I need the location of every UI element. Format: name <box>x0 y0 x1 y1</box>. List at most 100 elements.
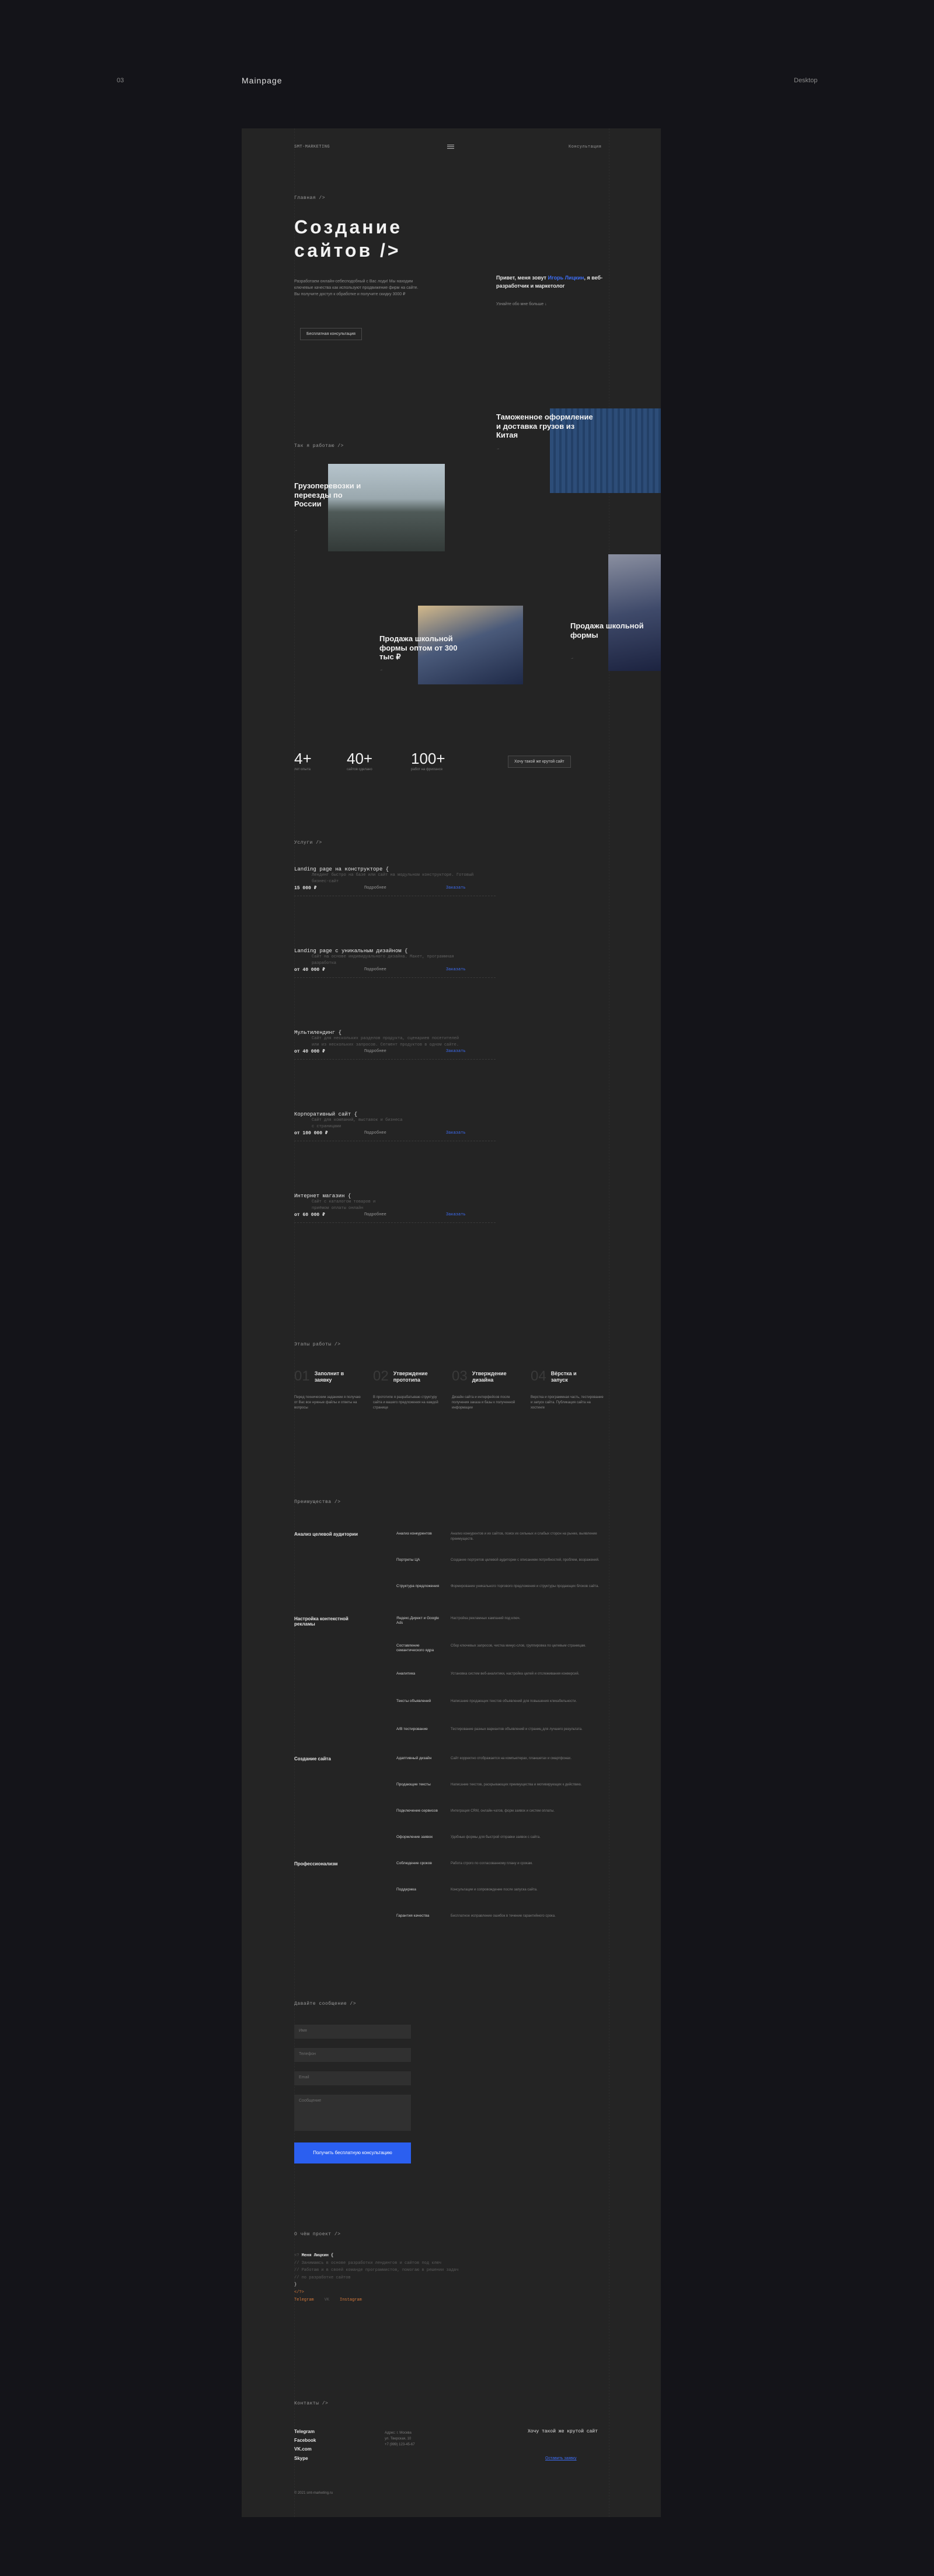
process-step: 02 Утверждение прототипа В прототипе я ра… <box>373 1368 449 1411</box>
free-consult-button[interactable]: Бесплатная консультация <box>300 328 362 340</box>
service-order-link[interactable]: Заказать <box>446 1212 466 1217</box>
phone-line[interactable]: +7 (999) 123-45-67 <box>385 2442 415 2448</box>
service-item: Landing page с уникальным дизайном { Сай… <box>294 948 496 978</box>
process-title: Вёрстка и запуск <box>550 1371 577 1383</box>
service-more-link[interactable]: Подробнее <box>364 1212 446 1217</box>
service-name: Landing page на конструкторе { <box>294 866 389 872</box>
page-name: Mainpage <box>242 76 283 85</box>
logo[interactable]: SMT-MARKETING <box>294 145 330 149</box>
case-more-2[interactable]: → <box>496 447 500 450</box>
benefit-name: Продающие тексты <box>396 1782 431 1787</box>
canvas-header: 03 Mainpage Desktop <box>0 0 934 128</box>
submit-button[interactable]: Получить бесплатную консультацию <box>294 2142 411 2163</box>
benefit-name: Яндекс.Директ и Google Ads <box>396 1616 440 1626</box>
service-item: Интернет магазин { Сайт с каталогом това… <box>294 1193 496 1224</box>
benefit-desc: Создание портретов целевой аудитории с о… <box>451 1558 600 1562</box>
service-desc-line1: Сайт для нескольких разделов продукта, с… <box>312 1036 459 1041</box>
aside-text-1: Привет, меня зовут <box>496 275 548 281</box>
case-more-1[interactable]: → <box>294 529 298 532</box>
contact-skype[interactable]: Skype <box>294 2454 316 2463</box>
process-text: Перед техническим заданием я получаю от … <box>294 1396 361 1410</box>
want-site-button[interactable]: Хочу такой же крутой сайт <box>508 756 571 768</box>
benefit-name: Адаптивный дизайн <box>396 1756 432 1760</box>
footer-cta-link[interactable]: Оставить заявку <box>545 2456 577 2460</box>
case-more-4[interactable]: → <box>570 656 574 660</box>
benefit-desc: Написание текстов, раскрывающих преимуще… <box>451 1783 582 1787</box>
benefit-group-title: Анализ целевой аудитории <box>294 1532 358 1537</box>
case-title-4[interactable]: Продажа школьной формы <box>570 621 646 639</box>
process-label: Этапы работы /> <box>294 1342 341 1347</box>
case-title-3[interactable]: Продажа школьной формы оптом от 300 тыс … <box>379 634 467 662</box>
hamburger-icon[interactable] <box>447 145 454 149</box>
benefit-desc: Сайт корректно отображается на компьютер… <box>451 1757 572 1760</box>
service-more-link[interactable]: Подробнее <box>364 1131 446 1135</box>
aside-name[interactable]: Игорь Лицкин <box>548 275 584 281</box>
code-line: Меня Лицкин { <box>299 2253 334 2258</box>
benefit-group-title: Профессионализм <box>294 1861 338 1867</box>
service-more-link[interactable]: Подробнее <box>364 1049 446 1054</box>
process-title: Утверждение прототипа <box>393 1371 428 1383</box>
service-order-link[interactable]: Заказать <box>446 886 466 890</box>
stat-label-3: работ на фрилансе <box>411 768 443 771</box>
footer-contacts: Telegram Facebook VK.com Skype <box>294 2427 316 2463</box>
benefit-name: Составление семантического ядра <box>396 1644 434 1653</box>
page-number: 03 <box>117 77 124 84</box>
service-item: Корпоративный сайт { Сайт для компаний, … <box>294 1112 496 1142</box>
case-more-3[interactable]: → <box>379 668 383 672</box>
benefit-desc: Удобные формы для быстрой отправки заяво… <box>451 1836 541 1839</box>
phone-field[interactable]: Телефон <box>294 2048 411 2062</box>
code-prefix: // <box>294 2268 302 2273</box>
instagram-link[interactable]: Instagram <box>340 2297 362 2304</box>
benefit-name: Аналитика <box>396 1672 416 1676</box>
service-more-link[interactable]: Подробнее <box>364 886 446 890</box>
code-prefix: // <box>294 2260 302 2266</box>
benefit-name: Оформление заявок <box>396 1835 433 1839</box>
consult-link[interactable]: Консультация <box>569 145 601 149</box>
service-order-link[interactable]: Заказать <box>446 1131 466 1135</box>
service-price: от 60 000 ₽ <box>294 1212 325 1218</box>
process-step: 03 Утверждение дизайна Дизайн сайта и инт… <box>452 1368 528 1411</box>
contact-vk[interactable]: VK.com <box>294 2445 316 2453</box>
aside-more-link[interactable]: Узнайте обо мне больше ↓ <box>496 302 547 306</box>
email-field[interactable]: Email <box>294 2071 411 2085</box>
service-desc-line2: или из нескольких запросов. Сегмент прод… <box>312 1043 459 1048</box>
service-order-link[interactable]: Заказать <box>446 967 466 972</box>
code-line: Работаю и в своей команде программистов,… <box>301 2268 459 2273</box>
stat-2: 40+ сайтов сделано <box>347 750 372 771</box>
service-price: 15 000 ₽ <box>294 886 317 892</box>
process-step: 01 Заполнит в заявку Перед техническим за… <box>294 1368 370 1411</box>
service-desc-line2: с страницами <box>312 1124 341 1130</box>
stat-num-3: 100+ <box>411 750 445 767</box>
benefit-name: Гарантия качества <box>396 1914 430 1918</box>
stat-label-2: сайтов сделано <box>347 768 372 771</box>
address-line: ул. Тверская, 10 <box>385 2437 412 2441</box>
vk-link[interactable]: VK <box>325 2297 329 2304</box>
contact-facebook[interactable]: Facebook <box>294 2436 316 2445</box>
telegram-link[interactable]: Telegram <box>294 2297 314 2304</box>
benefit-name: Соблюдение сроков <box>396 1861 432 1865</box>
service-more-link[interactable]: Подробнее <box>364 967 446 972</box>
service-order-link[interactable]: Заказать <box>446 1049 466 1054</box>
stat-3: 100+ работ на фрилансе <box>411 750 445 771</box>
code-line: Занимаюсь в основе разработки лендингов … <box>301 2260 442 2266</box>
case-photo-person[interactable] <box>608 554 661 671</box>
benefit-name: Поддержка <box>396 1888 416 1892</box>
breadcrumb[interactable]: Главная /> <box>294 195 325 201</box>
process-title: Заполнит в заявку <box>314 1371 344 1383</box>
footer-address: Адрес: г. Москва ул. Тверская, 10 +7 (99… <box>385 2430 415 2448</box>
benefit-group-title: Настройка контекстной рекламы <box>294 1616 348 1627</box>
service-desc-line1: Сайт для компаний, выставок и бизнеса <box>312 1118 403 1123</box>
benefit-desc: Тестирование разных вариантов объявлений… <box>451 1728 583 1731</box>
code-line: </?> <box>294 2290 304 2295</box>
benefit-name: Структура предложения <box>396 1584 440 1588</box>
copyright: © 2021 smt-marketing.ru <box>294 2491 333 2495</box>
case-title-2[interactable]: Таможенное оформление и доставка грузов … <box>496 413 595 440</box>
benefit-name: Портреты ЦА <box>396 1558 420 1562</box>
message-field[interactable]: Сообщение <box>294 2095 411 2131</box>
name-field[interactable]: Имя <box>294 2025 411 2039</box>
contact-telegram[interactable]: Telegram <box>294 2427 316 2436</box>
case-title-1[interactable]: Грузоперевозки и переезды по России <box>294 481 364 509</box>
footer-cta-text: Хочу такой же крутой сайт <box>528 2429 598 2434</box>
benefit-desc: Работа строго по согласованному плану и … <box>451 1862 533 1865</box>
service-price: от 40 000 ₽ <box>294 1049 325 1055</box>
